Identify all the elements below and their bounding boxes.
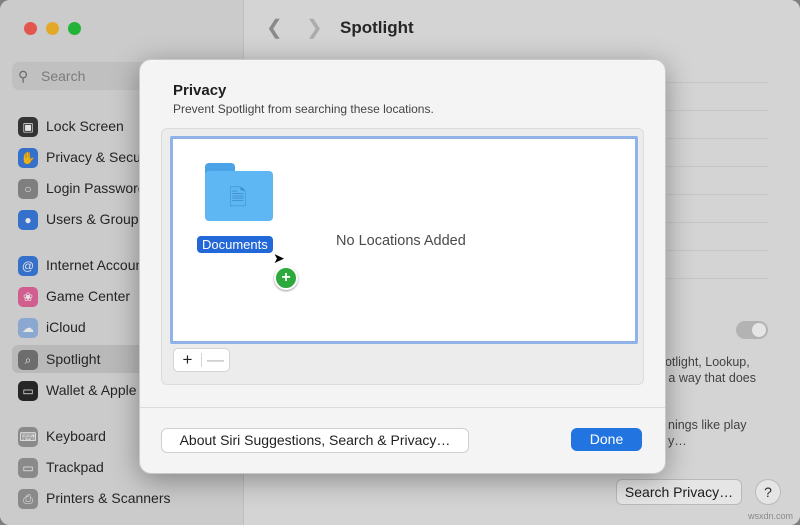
minimize-window-button[interactable]	[46, 22, 59, 35]
watermark: wsxdn.com	[748, 511, 794, 521]
add-location-button[interactable]: +	[174, 349, 201, 371]
wallet-icon: ▭	[18, 381, 38, 401]
trackpad-icon: ▭	[18, 458, 38, 478]
description-text: nings like play	[668, 418, 747, 432]
locations-drop-area[interactable]: 🗎 Documents ➤ + No Locations Added	[170, 136, 638, 344]
sidebar-item-label: Game Center	[46, 288, 131, 304]
sheet-subtitle: Prevent Spotlight from searching these l…	[173, 102, 434, 116]
close-window-button[interactable]	[24, 22, 37, 35]
system-settings-window: ⚲ Search ▣ Lock Screen ✋ Privacy & Security…	[0, 0, 800, 525]
help-button[interactable]: ?	[755, 479, 781, 505]
lock-screen-icon: ▣	[18, 117, 38, 137]
empty-state-text: No Locations Added	[336, 233, 466, 249]
done-button[interactable]: Done	[571, 428, 642, 451]
magnifier-icon: ⌕	[18, 350, 38, 370]
dragged-folder-label: Documents	[197, 236, 273, 253]
add-copy-badge-icon: +	[274, 266, 298, 290]
sheet-title: Privacy	[173, 82, 227, 99]
description-text: n a way that does	[658, 371, 756, 385]
page-title: Spotlight	[340, 18, 414, 37]
forward-arrow-icon[interactable]: ❯	[306, 15, 323, 40]
search-privacy-button[interactable]: Search Privacy…	[616, 479, 742, 505]
sidebar-item-label: Users & Groups	[46, 211, 146, 227]
sidebar-item[interactable]: ⎙ Printers & Scanners	[12, 484, 237, 512]
sidebar-item-label: Spotlight	[46, 351, 101, 367]
folder-icon[interactable]: 🗎	[205, 163, 273, 221]
remove-location-button[interactable]: —	[202, 349, 229, 371]
sidebar-item-label: Trackpad	[46, 459, 104, 475]
privacy-sheet: Privacy Prevent Spotlight from searching…	[139, 59, 666, 474]
search-placeholder: Search	[41, 68, 86, 84]
description-text: potlight, Lookup,	[658, 355, 750, 369]
hand-icon: ✋	[18, 148, 38, 168]
zoom-window-button[interactable]	[68, 22, 81, 35]
at-icon: @	[18, 256, 38, 276]
sidebar-item-label: iCloud	[46, 319, 86, 335]
sheet-divider	[140, 407, 665, 408]
description-text: y…	[668, 434, 687, 448]
back-arrow-icon[interactable]: ❮	[266, 15, 283, 40]
game-center-icon: ❀	[18, 287, 38, 307]
key-icon: ○	[18, 179, 38, 199]
setting-toggle[interactable]	[736, 321, 768, 339]
users-icon: ●	[18, 210, 38, 230]
sidebar-item-label: Keyboard	[46, 428, 106, 444]
sidebar-item-label: Login Password	[46, 180, 146, 196]
sidebar-item-label: Lock Screen	[46, 118, 124, 134]
sidebar-item-label: Printers & Scanners	[46, 490, 171, 506]
about-privacy-button[interactable]: About Siri Suggestions, Search & Privacy…	[161, 428, 469, 453]
printer-icon: ⎙	[18, 489, 38, 509]
cloud-icon: ☁	[18, 318, 38, 338]
sidebar-item-label: Internet Accounts	[46, 257, 155, 273]
document-icon: 🗎	[229, 185, 247, 210]
search-icon: ⚲	[18, 68, 29, 84]
keyboard-icon: ⌨	[18, 427, 38, 447]
pointer-cursor-icon: ➤	[273, 250, 285, 266]
add-remove-control: + —	[173, 348, 230, 372]
